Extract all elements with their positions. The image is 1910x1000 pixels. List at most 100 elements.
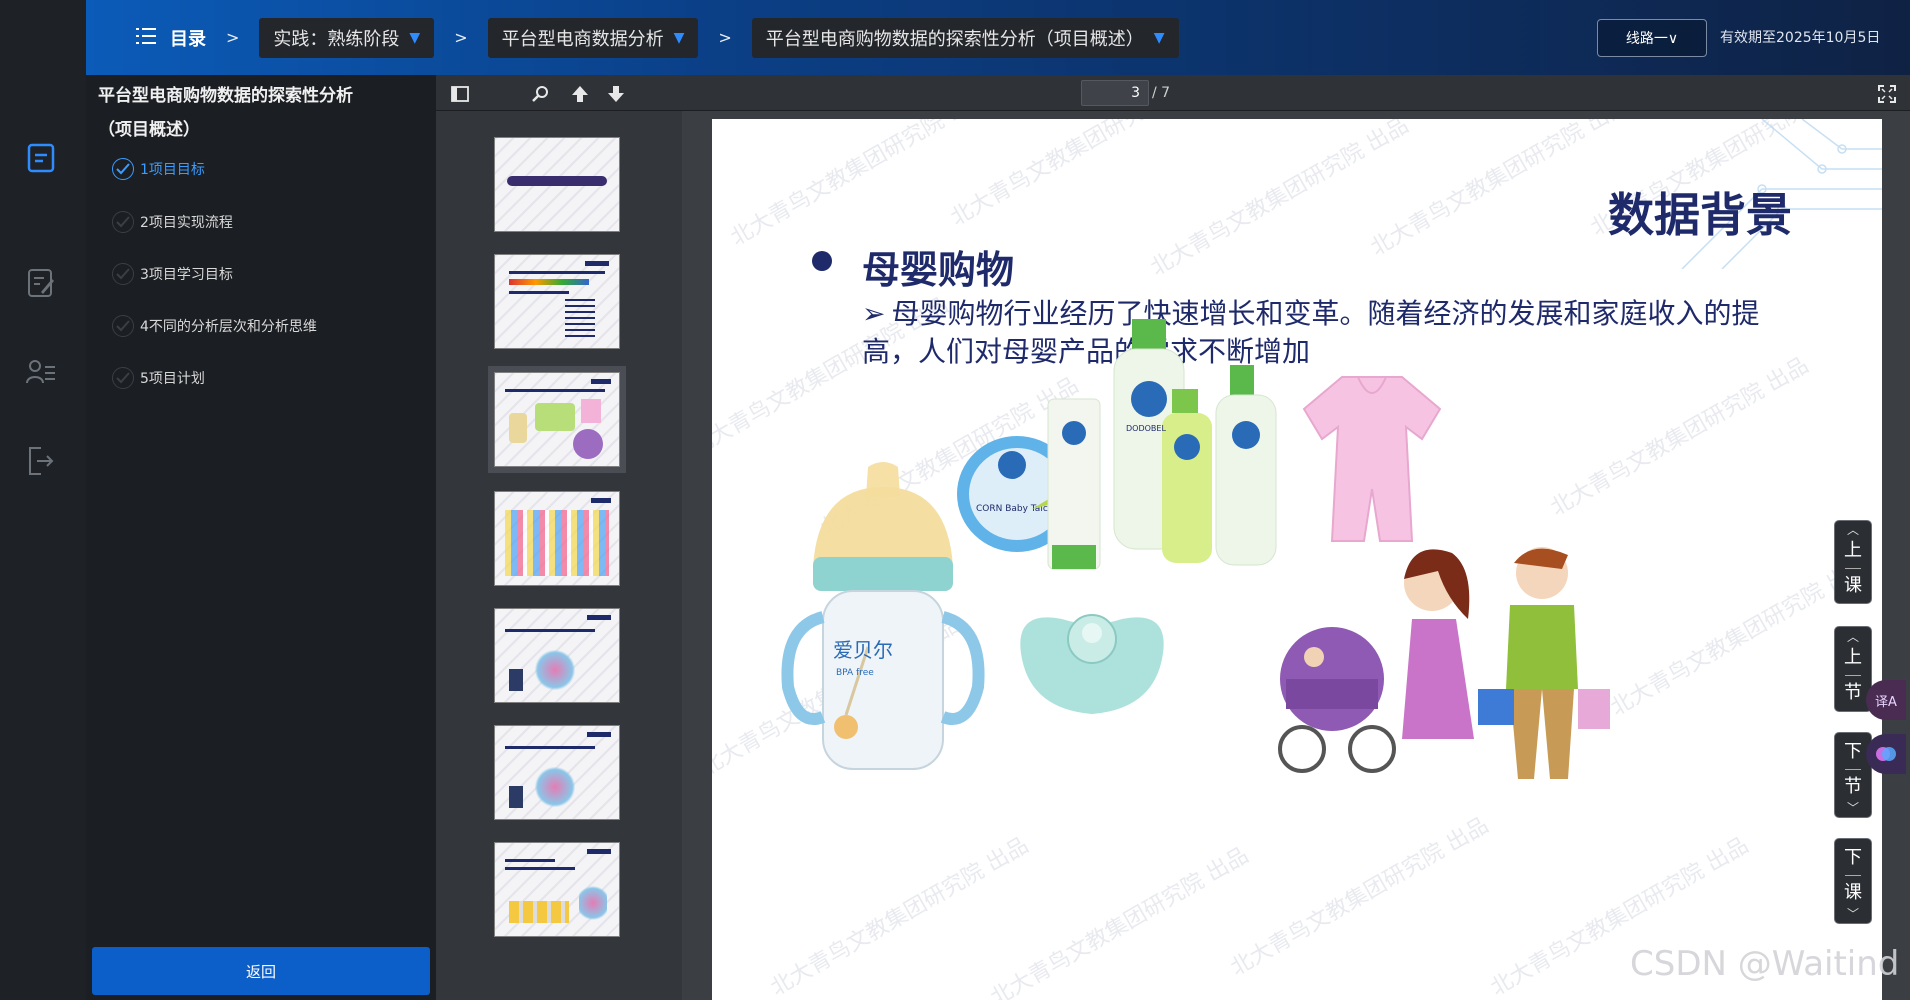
slide-body-text: ➢ 母婴购物行业经历了快速增长和变革。随着经济的发展和家庭收入的提高，人们对母婴产… bbox=[862, 295, 1802, 371]
slide-subheading: 母婴购物 bbox=[862, 248, 1015, 292]
list-menu-icon[interactable] bbox=[136, 27, 156, 49]
next-lesson-button[interactable]: 下 课 ﹀ bbox=[1834, 838, 1872, 924]
page-thumbnail[interactable] bbox=[494, 137, 620, 232]
pdf-viewer: 北大青鸟文教集团研究院 出品 北大青鸟文教集团研究院 出品 北大青鸟文教集团研究… bbox=[682, 111, 1910, 1000]
breadcrumb-separator: > bbox=[718, 28, 732, 47]
prev-section-char2: 节 bbox=[1844, 681, 1862, 703]
top-header: 目录 > 实践：熟练阶段 ▼ > 平台型电商数据分析 ▼ > 平台型电商购物数据的探… bbox=[86, 0, 1910, 75]
app-root: 目录 > 实践：熟练阶段 ▼ > 平台型电商数据分析 ▼ > 平台型电商购物数据的探… bbox=[0, 0, 1910, 1000]
bottle-brand-label: 爱贝尔 bbox=[833, 638, 893, 662]
prev-section-char1: 上 bbox=[1844, 646, 1862, 668]
breadcrumb-course-dropdown[interactable]: 平台型电商数据分析 ▼ bbox=[487, 17, 699, 58]
watermark-text: 北大青鸟文教集团研究院 出品 bbox=[1606, 553, 1873, 722]
pdf-toolbar: 3 / 7 bbox=[436, 75, 1910, 111]
sidebar-toggle-icon[interactable] bbox=[450, 84, 470, 104]
chevron-down-icon: ﹀ bbox=[1846, 800, 1859, 815]
toc-item-label: 4不同的分析层次和分析思维 bbox=[140, 319, 317, 335]
lotion-brand-label: DODOBEL bbox=[1126, 424, 1166, 433]
pacifier-image bbox=[1020, 614, 1164, 714]
check-circle-icon bbox=[112, 211, 134, 233]
toc-panel: 平台型电商购物数据的探索性分析（项目概述） 1项目目标 2项目实现流程 3项目学… bbox=[86, 75, 436, 1000]
watermark-text: 北大青鸟文教集团研究院 出品 bbox=[1226, 813, 1493, 982]
slide-body: 母婴购物行业经历了快速增长和变革。随着经济的发展和家庭收入的提高，人们对母婴产品… bbox=[862, 297, 1760, 368]
arrow-up-icon[interactable] bbox=[570, 84, 590, 104]
next-section-char2: 节 bbox=[1844, 775, 1862, 797]
toc-lesson-title: 平台型电商购物数据的探索性分析（项目概述） bbox=[98, 86, 353, 140]
breadcrumb-course-label: 平台型电商数据分析 bbox=[501, 28, 664, 50]
brain-ai-icon[interactable] bbox=[1866, 734, 1906, 774]
next-lesson-char2: 课 bbox=[1844, 881, 1862, 903]
divider-line bbox=[1845, 874, 1861, 876]
breadcrumb-lesson-dropdown[interactable]: 平台型电商购物数据的探索性分析（项目概述） ▼ bbox=[751, 17, 1179, 58]
toc-item-label: 3项目学习目标 bbox=[140, 267, 233, 283]
search-icon[interactable] bbox=[531, 84, 551, 104]
breadcrumb-separator: > bbox=[454, 28, 468, 47]
arrow-bullet-icon: ➢ bbox=[862, 297, 886, 330]
check-circle-icon bbox=[112, 263, 134, 285]
exit-door-icon[interactable] bbox=[22, 442, 60, 480]
baby-onesie-image bbox=[1302, 376, 1442, 542]
page-thumbnail[interactable] bbox=[494, 725, 620, 820]
breadcrumb-lesson-label: 平台型电商购物数据的探索性分析（项目概述） bbox=[765, 28, 1144, 50]
next-section-button[interactable]: 下 节 ﹀ bbox=[1834, 732, 1872, 818]
bullet-dot bbox=[812, 251, 832, 271]
page-thumbnail[interactable] bbox=[494, 842, 620, 937]
watermark-text: 北大青鸟文教集团研究院 出品 bbox=[726, 119, 993, 252]
check-circle-icon bbox=[112, 315, 134, 337]
group-users-icon[interactable] bbox=[22, 354, 60, 392]
toc-item-label: 5项目计划 bbox=[140, 371, 205, 387]
slide-heading: 数据背景 bbox=[1608, 188, 1792, 242]
divider-line bbox=[1845, 768, 1861, 770]
page-thumbnail[interactable] bbox=[494, 254, 620, 349]
watermark-text: 北大青鸟文教集团研究院 出品 bbox=[766, 833, 1033, 1000]
breadcrumb-stage-label: 实践：熟练阶段 bbox=[273, 28, 400, 50]
watermark-text: 北大青鸟文教集团研究院 出品 bbox=[1146, 119, 1413, 282]
toc-item[interactable]: 5项目计划 bbox=[112, 365, 205, 391]
page-total-text: / 7 bbox=[1152, 85, 1171, 101]
family-illustration bbox=[1278, 547, 1610, 779]
toc-item[interactable]: 1项目目标 bbox=[112, 156, 205, 182]
watermark-text: 北大青鸟文教集团研究院 出品 bbox=[1546, 353, 1813, 522]
thumbnail-panel bbox=[436, 111, 682, 1000]
breadcrumb-separator: > bbox=[226, 28, 240, 47]
toc-item[interactable]: 4不同的分析层次和分析思维 bbox=[112, 313, 317, 339]
divider-line bbox=[1845, 674, 1861, 676]
toc-header-title[interactable]: 目录 bbox=[170, 25, 206, 51]
translate-icon[interactable]: 译A bbox=[1866, 680, 1906, 720]
caret-down-icon: ▼ bbox=[1153, 29, 1165, 46]
toc-item-label: 1项目目标 bbox=[140, 162, 205, 178]
expiry-text: 有效期至2025年10月5日 bbox=[1720, 30, 1881, 46]
chevron-up-icon: ︿ bbox=[1846, 522, 1859, 537]
toc-item[interactable]: 2项目实现流程 bbox=[112, 209, 233, 235]
slide-page: 北大青鸟文教集团研究院 出品 北大青鸟文教集团研究院 出品 北大青鸟文教集团研究… bbox=[712, 119, 1882, 1000]
prev-lesson-char1: 上 bbox=[1844, 539, 1862, 561]
toc-item[interactable]: 3项目学习目标 bbox=[112, 261, 233, 287]
caret-down-icon: ▼ bbox=[409, 29, 421, 46]
fullscreen-icon[interactable] bbox=[1878, 85, 1896, 107]
next-section-char1: 下 bbox=[1844, 740, 1862, 762]
next-lesson-char1: 下 bbox=[1844, 846, 1862, 868]
check-circle-icon bbox=[112, 367, 134, 389]
left-rail bbox=[0, 0, 86, 1000]
breadcrumb-stage-dropdown[interactable]: 实践：熟练阶段 ▼ bbox=[259, 17, 435, 58]
chevron-down-icon: ﹀ bbox=[1846, 906, 1859, 921]
arrow-down-icon[interactable] bbox=[606, 84, 626, 104]
page-number-input[interactable]: 3 bbox=[1081, 80, 1149, 106]
page-thumbnail[interactable] bbox=[494, 491, 620, 586]
route-select-button[interactable]: 线路一∨ bbox=[1597, 19, 1707, 57]
toc-item-label: 2项目实现流程 bbox=[140, 215, 233, 231]
watermark-text: 北大青鸟文教集团研究院 出品 bbox=[946, 119, 1213, 232]
bottle-bpa-label: BPA free bbox=[836, 668, 874, 678]
caret-down-icon: ▼ bbox=[673, 29, 685, 46]
course-doc-icon[interactable] bbox=[22, 139, 60, 177]
prev-lesson-char2: 课 bbox=[1844, 574, 1862, 596]
prev-lesson-button[interactable]: ︿ 上 课 bbox=[1834, 520, 1872, 604]
divider-line bbox=[1845, 567, 1861, 569]
page-thumbnail[interactable] bbox=[494, 608, 620, 703]
watermark-text: 北大青鸟文教集团研究院 出品 bbox=[986, 843, 1253, 1000]
back-button[interactable]: 返回 bbox=[92, 947, 430, 995]
page-thumbnail-selected[interactable] bbox=[488, 366, 626, 473]
notes-edit-icon[interactable] bbox=[22, 264, 60, 302]
check-circle-icon bbox=[112, 158, 134, 180]
chevron-up-icon: ︿ bbox=[1846, 629, 1859, 644]
